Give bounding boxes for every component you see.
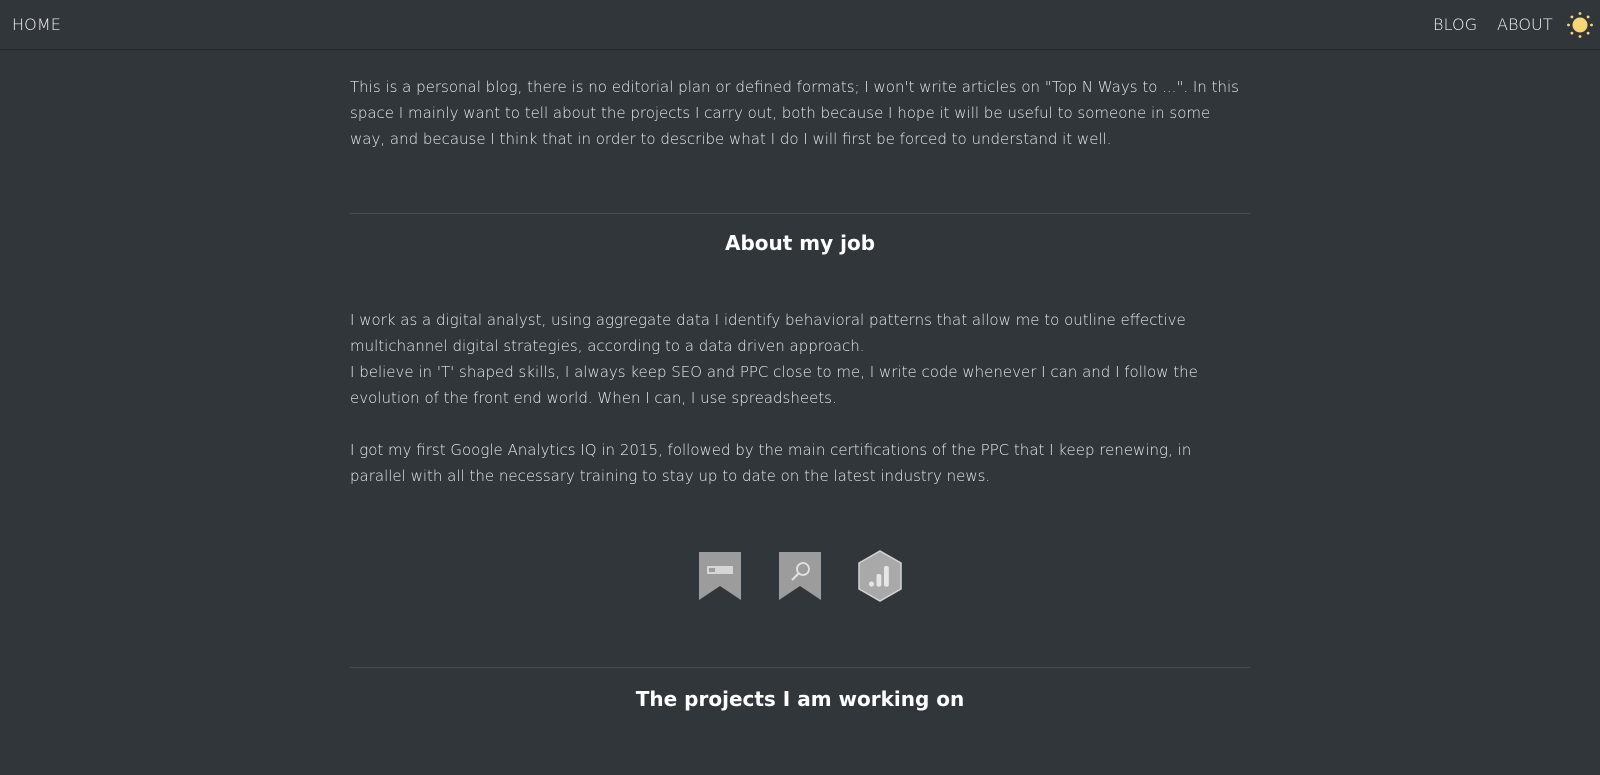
intro-paragraph: This is a personal blog, there is no edi… bbox=[350, 78, 1239, 148]
theme-toggle-button[interactable] bbox=[1566, 11, 1594, 39]
job-paragraph-1: I work as a digital analyst, using aggre… bbox=[350, 311, 1186, 355]
projects-heading: The projects I am working on bbox=[635, 687, 965, 711]
section-divider bbox=[350, 213, 1250, 214]
job-paragraph-2: I believe in 'T' shaped skills, I always… bbox=[350, 363, 1198, 407]
about-job-text: I work as a digital analyst, using aggre… bbox=[350, 307, 1250, 489]
job-paragraph-3: I got my first Google Analytics IQ in 20… bbox=[350, 441, 1192, 485]
nav-home-link[interactable]: HOME bbox=[12, 15, 61, 35]
sun-icon bbox=[1567, 12, 1593, 38]
about-job-heading: About my job bbox=[724, 231, 876, 255]
analytics-certification-icon bbox=[857, 550, 903, 602]
search-certification-icon bbox=[777, 550, 823, 602]
nav-about-link[interactable]: ABOUT bbox=[1497, 15, 1553, 35]
nav-blog-link[interactable]: BLOG bbox=[1433, 15, 1477, 35]
section-divider bbox=[350, 667, 1250, 668]
ads-certification-icon bbox=[697, 550, 743, 602]
top-navigation-bar: HOME BLOG ABOUT bbox=[0, 0, 1600, 50]
certification-badges bbox=[350, 550, 1250, 606]
